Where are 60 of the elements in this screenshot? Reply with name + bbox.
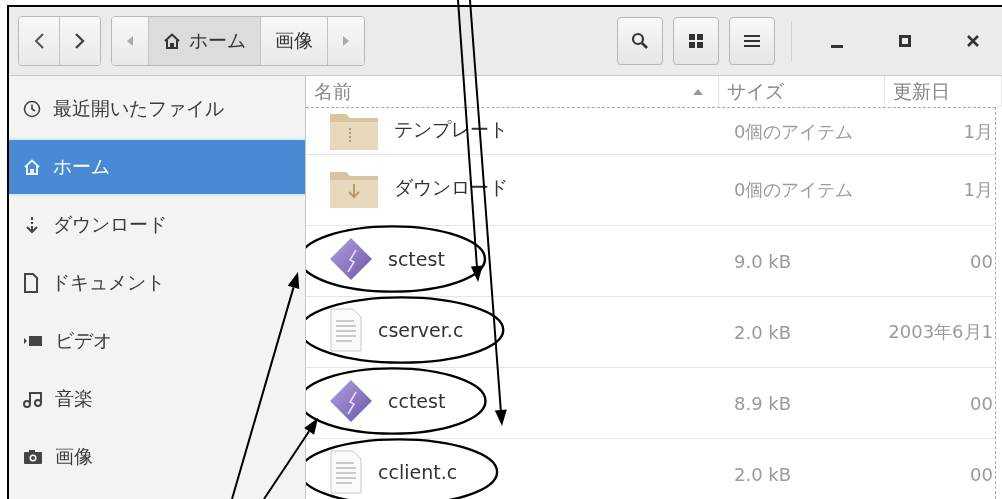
sidebar-item[interactable]: 音楽 bbox=[9, 370, 305, 428]
video-icon bbox=[23, 334, 43, 348]
file-date: 2003年6月1 bbox=[887, 320, 994, 344]
sidebar-item[interactable]: ホーム bbox=[9, 138, 305, 196]
path-crumb[interactable]: 画像 bbox=[261, 17, 328, 65]
file-size: 0個のアイテム bbox=[733, 120, 855, 144]
search-button[interactable] bbox=[617, 17, 663, 65]
file-date: 00 bbox=[969, 392, 994, 414]
file-date: 1月 bbox=[962, 120, 994, 144]
file-size: 8.9 kB bbox=[733, 392, 793, 414]
diamond-icon bbox=[328, 236, 374, 282]
file-row[interactable]: cclient.c 2.0 kB 00 bbox=[306, 439, 995, 499]
file-name: cctest bbox=[388, 390, 446, 412]
sort-arrow-icon bbox=[692, 87, 704, 96]
file-name: sctest bbox=[388, 248, 445, 270]
camera-icon bbox=[23, 449, 43, 465]
file-size: 2.0 kB bbox=[733, 321, 793, 343]
file-row[interactable]: cserver.c 2.0 kB 2003年6月1 bbox=[306, 297, 995, 368]
sidebar-item[interactable]: 画像 bbox=[9, 428, 305, 486]
grid-view-button[interactable] bbox=[673, 17, 719, 65]
file-name: cclient.c bbox=[378, 461, 458, 483]
close-icon bbox=[967, 35, 979, 47]
document-icon bbox=[23, 273, 39, 293]
file-date: 00 bbox=[969, 250, 994, 272]
text-file-icon bbox=[328, 449, 364, 495]
minimize-icon bbox=[831, 45, 843, 48]
chevron-right-icon bbox=[74, 32, 86, 50]
grid-icon bbox=[689, 34, 703, 48]
home-icon bbox=[163, 32, 181, 50]
file-size: 2.0 kB bbox=[733, 463, 793, 485]
sidebar-item[interactable]: 最近開いたファイル bbox=[9, 80, 305, 138]
file-name: cserver.c bbox=[378, 319, 464, 341]
download-icon bbox=[23, 216, 41, 234]
diamond-icon bbox=[328, 378, 374, 424]
path-crumb[interactable]: ホーム bbox=[149, 17, 261, 65]
file-date: 00 bbox=[969, 463, 994, 485]
maximize-icon bbox=[899, 35, 911, 47]
search-icon bbox=[631, 32, 649, 50]
file-row[interactable]: cctest 8.9 kB 00 bbox=[306, 368, 995, 439]
forward-button[interactable] bbox=[60, 17, 100, 65]
triangle-right-icon bbox=[342, 35, 350, 47]
text-file-icon bbox=[328, 307, 364, 353]
back-button[interactable] bbox=[19, 17, 60, 65]
column-header[interactable]: 名前 bbox=[306, 76, 719, 107]
file-size: 0個のアイテム bbox=[733, 178, 855, 202]
clock-icon bbox=[23, 100, 41, 118]
file-size: 9.0 kB bbox=[733, 250, 793, 272]
chevron-left-icon bbox=[33, 32, 45, 50]
file-date: 1月 bbox=[962, 178, 994, 202]
menu-icon bbox=[744, 34, 760, 48]
sidebar-item[interactable]: ビデオ bbox=[9, 312, 305, 370]
menu-button[interactable] bbox=[729, 17, 775, 65]
column-header[interactable]: 更新日 bbox=[885, 76, 1002, 107]
sidebar-item[interactable]: ダウンロード bbox=[9, 196, 305, 254]
home-icon bbox=[23, 158, 41, 176]
music-icon bbox=[23, 390, 43, 408]
triangle-left-icon bbox=[126, 35, 134, 47]
sidebar-item[interactable]: ドキュメント bbox=[9, 254, 305, 312]
file-row[interactable]: sctest 9.0 kB 00 bbox=[306, 226, 995, 297]
column-header[interactable]: サイズ bbox=[719, 76, 885, 107]
